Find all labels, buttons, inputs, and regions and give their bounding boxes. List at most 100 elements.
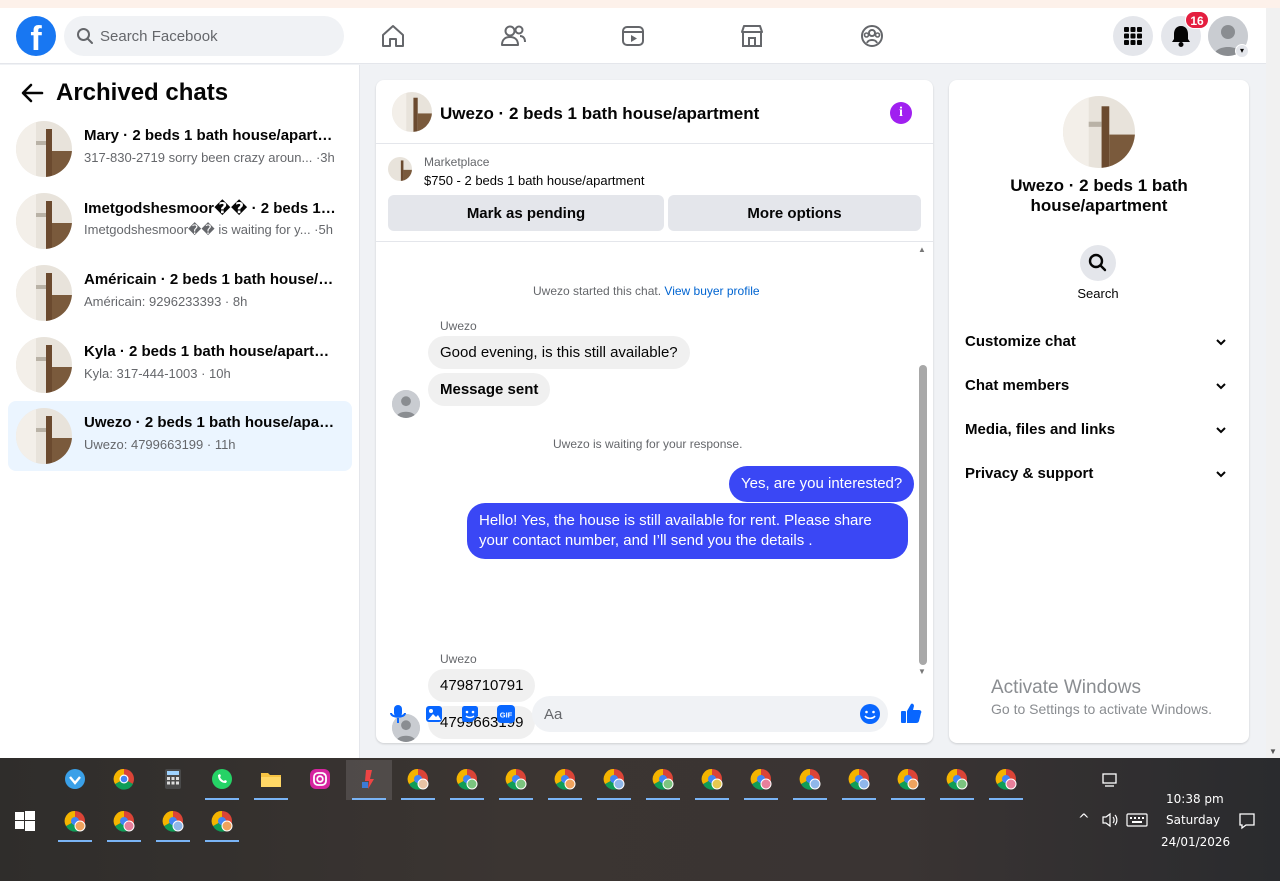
- emoji-icon[interactable]: [859, 703, 881, 725]
- taskbar-chrome-profile[interactable]: [934, 760, 980, 800]
- chat-name: Imetgodshesmoor�� · 2 beds 1 bath house/…: [84, 200, 339, 217]
- listing-thumbnail[interactable]: [392, 92, 432, 132]
- taskbar-app-file-explorer[interactable]: [248, 760, 294, 800]
- outgoing-message[interactable]: Hello! Yes, the house is still available…: [467, 503, 908, 559]
- clock-time[interactable]: 10:38 pm: [1166, 792, 1224, 806]
- account-chevron-icon[interactable]: ▾: [1235, 44, 1249, 58]
- incoming-message[interactable]: Message sent: [428, 373, 551, 406]
- taskbar-chrome-profile[interactable]: [52, 802, 98, 842]
- taskbar-chrome-profile[interactable]: [836, 760, 882, 800]
- chat-list-item[interactable]: Kyla · 2 beds 1 bath house/apartment Kyl…: [8, 330, 352, 400]
- show-hidden-icons-chevron-icon[interactable]: ^: [1078, 812, 1090, 828]
- taskbar-chrome-profile[interactable]: [444, 760, 490, 800]
- media-files-links-row[interactable]: Media, files and links: [957, 410, 1241, 450]
- taskbar-app-instagram[interactable]: [297, 760, 343, 800]
- network-icon[interactable]: [1102, 772, 1118, 788]
- facebook-logo[interactable]: f: [16, 16, 56, 56]
- chat-list-item[interactable]: Américain · 2 beds 1 bath house/apartmen…: [8, 258, 352, 328]
- message-list[interactable]: Uwezo started this chat. View buyer prof…: [376, 243, 933, 742]
- sticker-icon[interactable]: [459, 703, 481, 725]
- chat-list-item-active[interactable]: Uwezo · 2 beds 1 bath house/apartment Uw…: [8, 401, 352, 471]
- outgoing-message[interactable]: Yes, are you interested?: [729, 466, 915, 502]
- taskbar-app-calculator[interactable]: [150, 760, 196, 800]
- search-icon: [77, 28, 93, 44]
- incoming-message[interactable]: Good evening, is this still available?: [428, 336, 690, 369]
- search-input[interactable]: [100, 16, 330, 56]
- taskbar-chrome-profile[interactable]: [395, 760, 441, 800]
- shield-app-icon: [65, 769, 85, 789]
- chat-list-item[interactable]: Imetgodshesmoor�� · 2 beds 1 bath house/…: [8, 186, 352, 256]
- listing-thumbnail[interactable]: [1063, 96, 1135, 168]
- scrollbar-thumb[interactable]: [919, 365, 927, 665]
- notification-badge: 16: [1185, 11, 1209, 29]
- message-scrollbar[interactable]: ▲ ▼: [918, 243, 928, 676]
- taskbar-app-whatsapp[interactable]: [199, 760, 245, 800]
- taskbar-chrome-profile[interactable]: [542, 760, 588, 800]
- taskbar-app-chrome[interactable]: [101, 760, 147, 800]
- view-buyer-profile-link[interactable]: View buyer profile: [664, 284, 759, 298]
- sidebar-title: Archived chats: [56, 79, 229, 106]
- photo-icon[interactable]: [423, 703, 445, 725]
- more-options-button[interactable]: More options: [668, 195, 921, 231]
- chat-name: Mary · 2 beds 1 bath house/apartment: [84, 127, 339, 144]
- page-scrollbar[interactable]: ▼: [1266, 8, 1280, 758]
- taskbar-chrome-profile[interactable]: [101, 802, 147, 842]
- taskbar-chrome-profile[interactable]: [199, 802, 245, 842]
- friends-icon[interactable]: [499, 22, 527, 50]
- marketplace-icon[interactable]: [738, 22, 766, 50]
- clock-day[interactable]: Saturday: [1166, 813, 1220, 827]
- sender-avatar[interactable]: [392, 390, 420, 418]
- chevron-down-icon: [1216, 383, 1226, 390]
- taskbar-chrome-profile[interactable]: [787, 760, 833, 800]
- scroll-up-arrow-icon[interactable]: ▲: [918, 245, 926, 254]
- taskbar-app-active[interactable]: [346, 760, 392, 800]
- info-icon[interactable]: i: [890, 102, 912, 124]
- row-label: Chat members: [965, 377, 1070, 394]
- thumbs-up-icon[interactable]: [899, 701, 923, 725]
- chevron-down-icon: [1216, 427, 1226, 434]
- taskbar-chrome-profile[interactable]: [689, 760, 735, 800]
- taskbar-app-vpn[interactable]: [52, 760, 98, 800]
- chat-name: Uwezo · 2 beds 1 bath house/apartment: [84, 414, 339, 431]
- chat-list-item[interactable]: Mary · 2 beds 1 bath house/apartment 317…: [8, 114, 352, 184]
- message-input-wrapper[interactable]: [532, 696, 888, 732]
- windows-start-icon[interactable]: [14, 810, 36, 832]
- taskbar-chrome-profile[interactable]: [983, 760, 1029, 800]
- scroll-down-arrow-icon[interactable]: ▼: [918, 667, 926, 676]
- conversation-panel: Uwezo · 2 beds 1 bath house/apartment i …: [376, 80, 933, 743]
- listing-thumbnail[interactable]: [388, 157, 412, 181]
- chrome-profile-icon: [211, 810, 233, 832]
- menu-button[interactable]: [1113, 16, 1153, 56]
- home-icon[interactable]: [379, 22, 407, 50]
- taskbar-chrome-profile[interactable]: [640, 760, 686, 800]
- microphone-icon[interactable]: [387, 703, 409, 725]
- sender-name: Uwezo: [440, 652, 477, 666]
- mark-as-pending-button[interactable]: Mark as pending: [388, 195, 664, 231]
- taskbar-chrome-profile[interactable]: [591, 760, 637, 800]
- chat-members-row[interactable]: Chat members: [957, 366, 1241, 406]
- privacy-support-row[interactable]: Privacy & support: [957, 454, 1241, 494]
- archived-chats-sidebar: Archived chats Mary · 2 beds 1 bath hous…: [0, 65, 360, 758]
- taskbar-chrome-profile[interactable]: [150, 802, 196, 842]
- customize-chat-row[interactable]: Customize chat: [957, 322, 1241, 362]
- taskbar-chrome-profile[interactable]: [885, 760, 931, 800]
- whatsapp-icon: [212, 769, 232, 789]
- speaker-icon[interactable]: [1101, 812, 1119, 828]
- folder-icon: [261, 773, 281, 787]
- groups-icon[interactable]: [858, 22, 886, 50]
- listing-price-title[interactable]: $750 - 2 beds 1 bath house/apartment: [424, 173, 644, 188]
- listing-thumbnail: [16, 121, 72, 177]
- taskbar-chrome-profile[interactable]: [738, 760, 784, 800]
- clock-date[interactable]: 24/01/2026: [1161, 835, 1230, 849]
- chrome-profile-icon: [995, 768, 1017, 790]
- taskbar-chrome-profile[interactable]: [493, 760, 539, 800]
- search-box[interactable]: [64, 16, 344, 56]
- gif-icon[interactable]: GIF: [495, 703, 517, 725]
- notification-center-icon[interactable]: [1238, 812, 1256, 830]
- keyboard-icon[interactable]: [1126, 813, 1148, 827]
- conversation-title[interactable]: Uwezo · 2 beds 1 bath house/apartment: [440, 104, 759, 124]
- back-arrow-icon[interactable]: [18, 79, 46, 107]
- message-input[interactable]: [544, 696, 844, 732]
- search-in-conversation-button[interactable]: [1080, 245, 1116, 281]
- video-icon[interactable]: [619, 22, 647, 50]
